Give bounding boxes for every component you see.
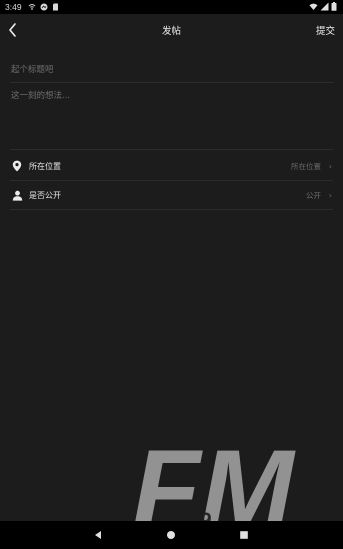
status-time: 3:49 [5, 2, 22, 12]
nav-home-button[interactable] [165, 529, 177, 541]
triangle-back-icon [95, 531, 101, 539]
location-row[interactable]: 所在位置 所在位置 › [10, 152, 333, 181]
system-nav-bar [0, 521, 343, 549]
square-recents-icon [240, 531, 248, 539]
location-value: 所在位置 [291, 161, 321, 171]
chevron-right-icon: › [328, 190, 332, 200]
photo-icon [40, 3, 48, 11]
location-pin-icon [11, 160, 23, 172]
post-title-input[interactable] [10, 58, 334, 83]
visibility-row[interactable]: 是否公开 公开 › [10, 181, 333, 210]
sd-card-icon [52, 3, 58, 11]
nav-recents-button[interactable] [238, 529, 250, 541]
submit-button[interactable]: 提交 [316, 23, 335, 37]
circle-home-icon [167, 531, 175, 539]
post-content-textarea[interactable] [10, 86, 333, 150]
app-header: 发帖 提交 [0, 14, 343, 48]
post-screen: 3:49 发帖 提交 起个标题吧 这一刻的想法... 所在位置 所在位置 › 是… [0, 0, 343, 549]
nav-back-button[interactable] [92, 529, 104, 541]
status-bar: 3:49 [0, 0, 343, 14]
visibility-value: 公开 [306, 190, 321, 200]
person-icon [11, 189, 23, 201]
location-label: 所在位置 [29, 161, 61, 171]
page-title: 发帖 [161, 26, 181, 37]
status-left-icons [28, 3, 59, 11]
status-right-icons [309, 2, 337, 11]
signal-icon [320, 2, 329, 11]
wifi-calling-icon [28, 4, 35, 10]
battery-icon [331, 2, 337, 11]
wifi-icon [309, 3, 318, 10]
visibility-label: 是否公开 [29, 190, 61, 200]
chevron-right-icon: › [328, 161, 332, 171]
